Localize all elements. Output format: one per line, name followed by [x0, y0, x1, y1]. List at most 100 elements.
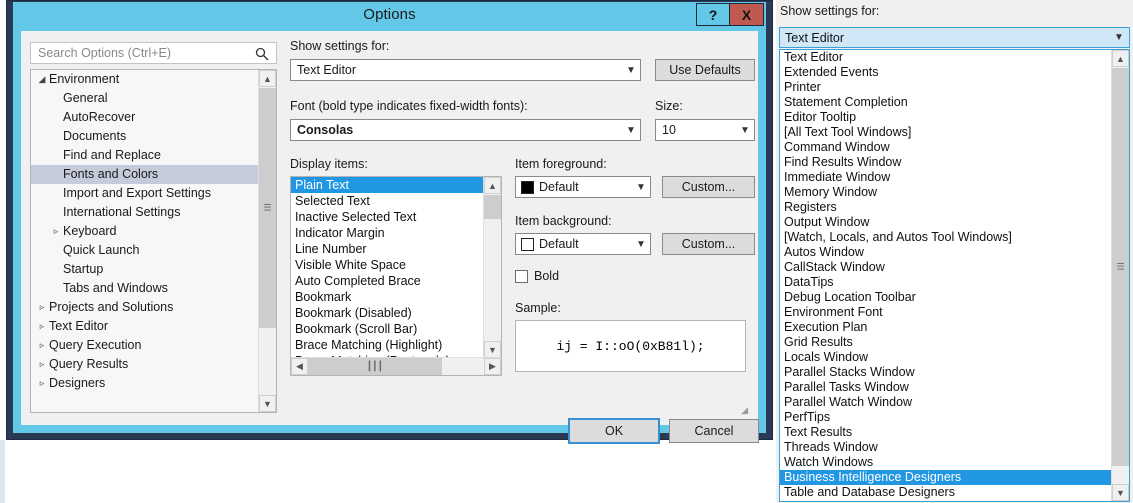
search-options-box[interactable]: Search Options (Ctrl+E): [30, 42, 277, 64]
display-items-scroll-down-icon[interactable]: ▼: [484, 341, 501, 358]
right-panel-list-item[interactable]: Memory Window: [780, 185, 1112, 200]
tree-item-import-and-export-settings[interactable]: Import and Export Settings: [31, 184, 259, 203]
display-item-row[interactable]: Indicator Margin: [291, 225, 484, 241]
item-background-combo[interactable]: Default ▼: [515, 233, 651, 255]
close-icon[interactable]: X: [730, 3, 764, 26]
display-item-row[interactable]: Visible White Space: [291, 257, 484, 273]
font-combo[interactable]: Consolas ▼: [290, 119, 641, 141]
tree-item-find-and-replace[interactable]: Find and Replace: [31, 146, 259, 165]
ok-button[interactable]: OK: [568, 418, 660, 444]
display-items-hscroll-track[interactable]: ┃┃┃: [308, 358, 484, 375]
right-panel-list-item[interactable]: [All Text Tool Windows]: [780, 125, 1112, 140]
tree-expander-collapsed-icon[interactable]: ▹: [35, 298, 49, 317]
display-items-vertical-scrollbar[interactable]: ▲ ▼: [483, 177, 501, 358]
right-panel-list-item[interactable]: Environment Font: [780, 305, 1112, 320]
display-items-scrollbar-thumb[interactable]: [484, 195, 501, 219]
right-panel-list-item[interactable]: Grid Results: [780, 335, 1112, 350]
right-panel-list-item[interactable]: Extended Events: [780, 65, 1112, 80]
tree-item-autorecover[interactable]: AutoRecover: [31, 108, 259, 127]
display-items-horizontal-scrollbar[interactable]: ◀ ┃┃┃ ▶: [291, 357, 501, 375]
right-panel-list-item[interactable]: Parallel Stacks Window: [780, 365, 1112, 380]
help-icon[interactable]: ?: [696, 3, 730, 26]
right-panel-list-item[interactable]: Execution Plan: [780, 320, 1112, 335]
right-panel-list-item[interactable]: DataTips: [780, 275, 1112, 290]
right-panel-vertical-scrollbar[interactable]: ▲ ☰ ▼: [1111, 50, 1129, 501]
tree-expander-collapsed-icon[interactable]: ▹: [35, 355, 49, 374]
show-settings-combo[interactable]: Text Editor ▼: [290, 59, 641, 81]
tree-item-international-settings[interactable]: International Settings: [31, 203, 259, 222]
tree-scrollbar-thumb[interactable]: ☰: [259, 88, 276, 328]
right-panel-scroll-up-icon[interactable]: ▲: [1112, 50, 1129, 67]
tree-item-keyboard[interactable]: ▹ Keyboard: [31, 222, 259, 241]
right-panel-scrollbar-thumb[interactable]: ☰: [1112, 68, 1129, 466]
right-panel-dropdown-list[interactable]: Text Editor Extended Events Printer Stateme…: [779, 49, 1130, 502]
right-panel-list-item[interactable]: Editor Tooltip: [780, 110, 1112, 125]
tree-item-quick-launch[interactable]: Quick Launch: [31, 241, 259, 260]
tree-item-query-results[interactable]: ▹ Query Results: [31, 355, 259, 374]
display-item-row[interactable]: Inactive Selected Text: [291, 209, 484, 225]
tree-item-tabs-and-windows[interactable]: Tabs and Windows: [31, 279, 259, 298]
right-panel-list-item[interactable]: Immediate Window: [780, 170, 1112, 185]
tree-scroll-down-icon[interactable]: ▼: [259, 395, 276, 412]
options-tree[interactable]: ◢ Environment General AutoRecover Documents F…: [30, 69, 277, 413]
display-item-row[interactable]: Plain Text: [291, 177, 484, 193]
search-input[interactable]: Search Options (Ctrl+E): [38, 46, 171, 60]
tree-item-projects-and-solutions[interactable]: ▹ Projects and Solutions: [31, 298, 259, 317]
tree-item-documents[interactable]: Documents: [31, 127, 259, 146]
tree-item-environment[interactable]: ◢ Environment: [31, 70, 259, 89]
tree-expander-collapsed-icon[interactable]: ▹: [35, 336, 49, 355]
cancel-button[interactable]: Cancel: [669, 419, 759, 443]
right-panel-list-item[interactable]: Command Window: [780, 140, 1112, 155]
display-item-row[interactable]: Bookmark (Disabled): [291, 305, 484, 321]
display-item-row[interactable]: Auto Completed Brace: [291, 273, 484, 289]
size-combo[interactable]: 10 ▼: [655, 119, 755, 141]
tree-vertical-scrollbar[interactable]: ▲ ☰ ▼: [258, 70, 276, 412]
right-panel-list-item[interactable]: PerfTips: [780, 410, 1112, 425]
right-panel-scroll-down-icon[interactable]: ▼: [1112, 484, 1129, 501]
right-panel-list-item[interactable]: Output Window: [780, 215, 1112, 230]
right-panel-list-item[interactable]: Parallel Tasks Window: [780, 380, 1112, 395]
display-item-row[interactable]: Line Number: [291, 241, 484, 257]
right-panel-list-item[interactable]: Autos Window: [780, 245, 1112, 260]
right-panel-list-item[interactable]: Parallel Watch Window: [780, 395, 1112, 410]
display-items-scroll-left-icon[interactable]: ◀: [291, 358, 308, 375]
display-item-row[interactable]: Bookmark: [291, 289, 484, 305]
right-panel-list-item[interactable]: Watch Windows: [780, 455, 1112, 470]
tree-expander-collapsed-icon[interactable]: ▹: [49, 222, 63, 241]
display-items-scroll-right-icon[interactable]: ▶: [484, 358, 501, 375]
item-foreground-custom-button[interactable]: Custom...: [662, 176, 755, 198]
tree-item-fonts-and-colors[interactable]: Fonts and Colors: [31, 165, 259, 184]
right-panel-list-item[interactable]: Statement Completion: [780, 95, 1112, 110]
item-background-custom-button[interactable]: Custom...: [662, 233, 755, 255]
bold-checkbox[interactable]: [515, 269, 528, 283]
right-panel-list-item[interactable]: Debug Location Toolbar: [780, 290, 1112, 305]
tree-item-general[interactable]: General: [31, 89, 259, 108]
right-panel-combo[interactable]: Text Editor ▼: [779, 27, 1130, 48]
tree-scroll-up-icon[interactable]: ▲: [259, 70, 276, 87]
dialog-title-bar[interactable]: Options ? X: [13, 2, 766, 31]
right-panel-list-item[interactable]: Find Results Window: [780, 155, 1112, 170]
right-panel-list-item[interactable]: Text Editor: [780, 50, 1112, 65]
tree-expander-collapsed-icon[interactable]: ▹: [35, 374, 49, 393]
use-defaults-button[interactable]: Use Defaults: [655, 59, 755, 81]
tree-item-query-execution[interactable]: ▹ Query Execution: [31, 336, 259, 355]
right-panel-list-item[interactable]: Locals Window: [780, 350, 1112, 365]
tree-item-designers[interactable]: ▹ Designers: [31, 374, 259, 393]
right-panel-list-item[interactable]: Text Results: [780, 425, 1112, 440]
right-panel-list-item[interactable]: Table and Database Designers: [780, 485, 1112, 500]
bold-checkbox-row[interactable]: Bold: [515, 269, 559, 283]
display-item-row[interactable]: Brace Matching (Highlight): [291, 337, 484, 353]
tree-expander-collapsed-icon[interactable]: ▹: [35, 317, 49, 336]
display-item-row[interactable]: Selected Text: [291, 193, 484, 209]
display-items-list[interactable]: Plain Text Selected Text Inactive Selected…: [290, 176, 502, 376]
tree-item-startup[interactable]: Startup: [31, 260, 259, 279]
right-panel-list-item[interactable]: Threads Window: [780, 440, 1112, 455]
right-panel-list-item[interactable]: Registers: [780, 200, 1112, 215]
display-items-scroll-up-icon[interactable]: ▲: [484, 177, 501, 194]
right-panel-list-item[interactable]: Printer: [780, 80, 1112, 95]
display-items-hscroll-thumb[interactable]: ┃┃┃: [308, 358, 442, 375]
tree-expander-expanded-icon[interactable]: ◢: [35, 70, 49, 89]
right-panel-list-item[interactable]: [Watch, Locals, and Autos Tool Windows]: [780, 230, 1112, 245]
right-panel-list-item[interactable]: CallStack Window: [780, 260, 1112, 275]
tree-item-text-editor[interactable]: ▹ Text Editor: [31, 317, 259, 336]
